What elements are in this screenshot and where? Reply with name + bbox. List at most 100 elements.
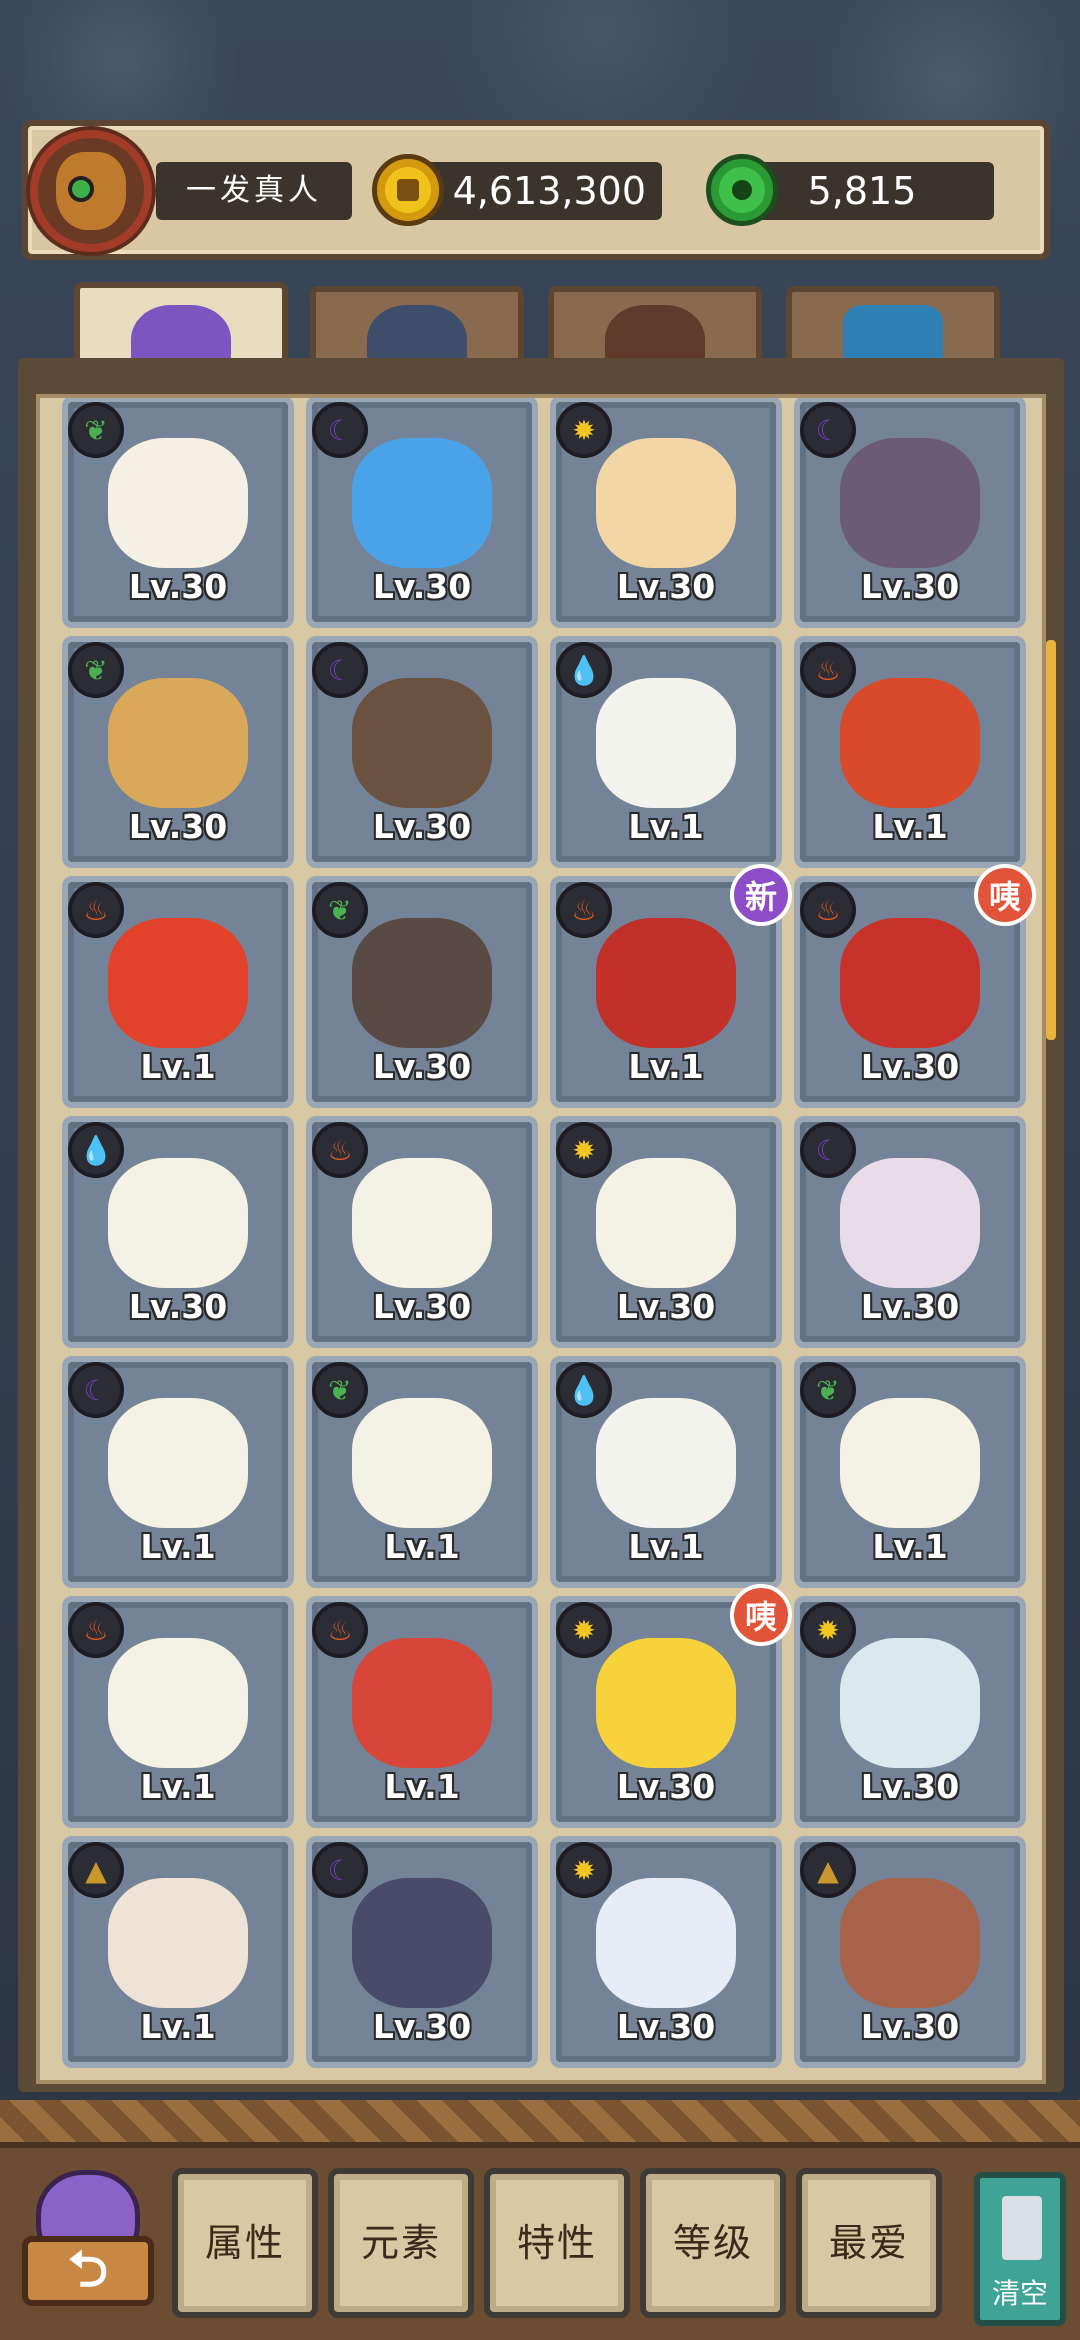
collection-tile-cotton-flower[interactable]: 💧 Lv.1 — [550, 636, 782, 868]
collection-tile-chess-rook[interactable]: ❦ Lv.30 — [62, 398, 294, 628]
collection-tile-lion-dancer[interactable]: ♨ Lv.30 咦 — [794, 864, 1036, 1108]
filter-attribute-button[interactable]: 属性 — [172, 2168, 318, 2318]
curious-badge: 咦 — [730, 1584, 792, 1646]
dark-element-icon: ☾ — [800, 1122, 856, 1178]
level-label: Lv.30 — [372, 2007, 472, 2046]
level-label: Lv.30 — [372, 807, 472, 846]
level-label: Lv.30 — [860, 1047, 960, 1086]
level-label: Lv.30 — [616, 1287, 716, 1326]
player-avatar[interactable] — [30, 130, 152, 252]
grass-element-icon: ❦ — [68, 642, 124, 698]
level-label: Lv.30 — [372, 567, 472, 606]
collection-tile-clay-pot[interactable]: ▲ Lv.30 — [794, 1836, 1026, 2068]
clear-button[interactable]: 清空 — [974, 2172, 1066, 2326]
collection-tile-mahjong-five-dots[interactable]: ♨ Lv.1 — [62, 1596, 294, 1828]
collection-tile-red-scroll[interactable]: ♨ Lv.1 — [794, 636, 1026, 868]
mahjong-five-dots-icon — [108, 1638, 248, 1768]
flute-log-icon — [352, 678, 492, 808]
player-name: 一发真人 — [156, 162, 352, 220]
mahjong-bamboo-4-icon — [596, 1158, 736, 1288]
fire-element-icon: ♨ — [312, 1122, 368, 1178]
golden-scroll-icon — [108, 918, 248, 1048]
level-label: Lv.30 — [616, 2007, 716, 2046]
filter-level-button[interactable]: 等级 — [640, 2168, 786, 2318]
chess-chariot-icon — [840, 438, 980, 568]
level-label: Lv.1 — [872, 807, 948, 846]
collection-tile-mahjong-six-wan[interactable]: ☾ Lv.1 — [62, 1356, 294, 1588]
chess-horse-icon — [596, 438, 736, 568]
collection-tile-flute-log[interactable]: ☾ Lv.30 — [306, 636, 538, 868]
collection-tile-chick-egg[interactable]: ✹ Lv.30 咦 — [550, 1584, 792, 1828]
dark-element-icon: ☾ — [312, 642, 368, 698]
steamed-bun-icon — [108, 1878, 248, 2008]
grass-element-icon: ❦ — [68, 402, 124, 458]
fire-element-icon: ♨ — [556, 882, 612, 938]
mahjong-six-wan-icon — [108, 1398, 248, 1528]
collection-tile-mahjong-bamboo-red[interactable]: ♨ Lv.30 — [306, 1116, 538, 1348]
red-scroll-icon — [840, 678, 980, 808]
mahjong-bamboo-red-icon — [352, 1158, 492, 1288]
white-star-icon — [596, 1878, 736, 2008]
dark-element-icon: ☾ — [312, 402, 368, 458]
water-element-icon: 💧 — [556, 1362, 612, 1418]
unicorn-carousel-icon — [840, 1638, 980, 1768]
light-element-icon: ✹ — [556, 1842, 612, 1898]
ghost-blob-icon — [840, 1158, 980, 1288]
tea-scholar-icon — [352, 1878, 492, 2008]
mahjong-four-wan-icon — [352, 1398, 492, 1528]
collection-tile-mahjong-6-bamboo[interactable]: 💧 Lv.30 — [62, 1116, 294, 1348]
level-label: Lv.30 — [372, 1047, 472, 1086]
level-label: Lv.30 — [372, 1287, 472, 1326]
dark-element-icon: ☾ — [68, 1362, 124, 1418]
level-label: Lv.30 — [128, 1287, 228, 1326]
collection-tile-wooden-pawn[interactable]: ❦ Lv.30 — [62, 636, 294, 868]
snowflake-icon — [352, 438, 492, 568]
collection-tile-golden-scroll[interactable]: ♨ Lv.1 — [62, 876, 294, 1108]
collection-tile-drum[interactable]: ♨ Lv.1 — [306, 1596, 538, 1828]
collection-tile-mahjong-four-wan[interactable]: ❦ Lv.1 — [306, 1356, 538, 1588]
collection-tile-chess-horse[interactable]: ✹ Lv.30 — [550, 398, 782, 628]
fire-element-icon: ♨ — [68, 1602, 124, 1658]
mahjong-6-bamboo-icon — [108, 1158, 248, 1288]
collection-tile-ghost-blob[interactable]: ☾ Lv.30 — [794, 1116, 1026, 1348]
level-label: Lv.1 — [872, 1527, 948, 1566]
collection-tile-tea-scholar[interactable]: ☾ Lv.30 — [306, 1836, 538, 2068]
fire-element-icon: ♨ — [312, 1602, 368, 1658]
earth-element-icon: ▲ — [800, 1842, 856, 1898]
collection-tile-husky-dog[interactable]: ❦ Lv.30 — [306, 876, 538, 1108]
avatar-eye — [68, 176, 94, 202]
back-button[interactable]: ⮌ — [22, 2170, 154, 2320]
collection-tile-chess-chariot[interactable]: ☾ Lv.30 — [794, 398, 1026, 628]
collection-panel[interactable]: ❦ Lv.30 ☾ Lv.30 ✹ Lv.30 ☾ Lv.30 ❦ Lv.30 ☾ Lv.30 💧 Lv.… — [36, 394, 1046, 2084]
cotton-flower-icon — [596, 678, 736, 808]
level-label: Lv.30 — [128, 807, 228, 846]
earth-element-icon: ▲ — [68, 1842, 124, 1898]
level-label: Lv.30 — [860, 567, 960, 606]
level-label: Lv.1 — [140, 2007, 216, 2046]
level-label: Lv.1 — [628, 807, 704, 846]
collection-tile-radish-flag[interactable]: 💧 Lv.1 — [550, 1356, 782, 1588]
level-label: Lv.1 — [384, 1767, 460, 1806]
fire-element-icon: ♨ — [68, 882, 124, 938]
filter-trait-button[interactable]: 特性 — [484, 2168, 630, 2318]
fire-element-icon: ♨ — [800, 642, 856, 698]
light-element-icon: ✹ — [800, 1602, 856, 1658]
level-label: Lv.1 — [384, 1527, 460, 1566]
collection-tile-mahjong-bamboo-4[interactable]: ✹ Lv.30 — [550, 1116, 782, 1348]
collection-tile-unicorn-carousel[interactable]: ✹ Lv.30 — [794, 1596, 1026, 1828]
level-label: Lv.30 — [860, 2007, 960, 2046]
level-label: Lv.30 — [128, 567, 228, 606]
collection-tile-white-star[interactable]: ✹ Lv.30 — [550, 1836, 782, 2068]
grass-element-icon: ❦ — [312, 1362, 368, 1418]
chess-rook-icon — [108, 438, 248, 568]
collection-tile-steamed-bun[interactable]: ▲ Lv.1 — [62, 1836, 294, 2068]
collection-tile-red-leaf[interactable]: ♨ Lv.1 新 — [550, 864, 792, 1108]
water-element-icon: 💧 — [68, 1122, 124, 1178]
level-label: Lv.1 — [628, 1047, 704, 1086]
level-label: Lv.30 — [616, 567, 716, 606]
filter-element-button[interactable]: 元素 — [328, 2168, 474, 2318]
collection-tile-mahjong-six-dots[interactable]: ❦ Lv.1 — [794, 1356, 1026, 1588]
filter-favorite-button[interactable]: 最爱 — [796, 2168, 942, 2318]
collection-tile-snowflake[interactable]: ☾ Lv.30 — [306, 398, 538, 628]
scrollbar[interactable] — [1046, 640, 1056, 1040]
